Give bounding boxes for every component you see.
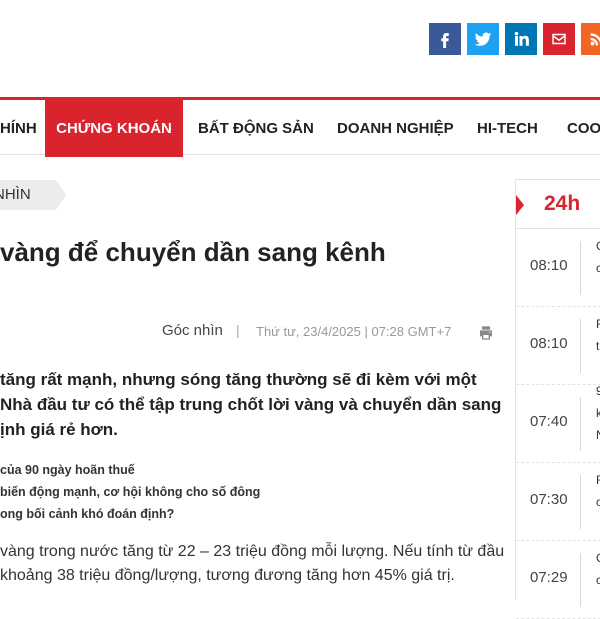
snippet-line: F (596, 473, 600, 487)
linkedin-icon[interactable] (505, 23, 537, 55)
related-link[interactable]: của 90 ngày hoãn thuế (0, 459, 500, 481)
article-meta: Góc nhìn | Thứ tư, 23/4/2025 | 07:28 GMT… (0, 322, 500, 344)
mail-icon[interactable] (543, 23, 575, 55)
sapo-line: Nhà đầu tư có thể tập trung chốt lời vàn… (0, 395, 502, 414)
item-time: 08:10 (530, 335, 568, 352)
article-date: Thứ tư, 23/4/2025 | 07:28 GMT+7 (256, 324, 452, 339)
related-links: của 90 ngày hoãn thuế biến động mạnh, cơ… (0, 459, 500, 525)
twitter-icon[interactable] (467, 23, 499, 55)
snippet-line: C (596, 547, 600, 569)
article-title: vàng để chuyển dần sang kênh (0, 237, 386, 267)
breadcrumb-arrow (56, 180, 66, 210)
divider (580, 397, 581, 451)
breadcrumb-label: NHÌN (0, 186, 31, 203)
body-line: vàng trong nước tăng từ 22 – 23 triệu đồ… (0, 543, 505, 560)
nav-item-doanh-nghiep[interactable]: DOANH NGHIỆP (337, 100, 454, 157)
item-snippet[interactable]: C c (596, 235, 600, 279)
nav-item-bat-dong-san[interactable]: BẤT ĐỘNG SẢN (198, 100, 314, 157)
nav-item-chung-khoan[interactable]: CHỨNG KHOÁN (45, 100, 183, 157)
sidebar-24h: 24h 08:10 C c 08:10 F t 07:40 9 k N (515, 179, 600, 619)
snippet-line: t (596, 339, 600, 353)
nav-item-prev-partial[interactable]: HÍNH (0, 100, 37, 157)
nav-item-hi-tech[interactable]: HI-TECH (477, 100, 538, 157)
divider (580, 475, 581, 529)
facebook-icon[interactable] (429, 23, 461, 55)
print-icon[interactable] (478, 325, 494, 341)
list-item[interactable]: 07:29 C c (516, 541, 600, 619)
sapo-line: ịnh giá rẻ hơn. (0, 420, 118, 439)
article-sapo: tăng rất mạnh, nhưng sóng tăng thường sẽ… (0, 367, 502, 442)
sidebar-header: 24h (516, 179, 600, 229)
divider (580, 553, 581, 607)
list-item[interactable]: 08:10 C c (516, 229, 600, 307)
list-item[interactable]: 07:30 F c (516, 463, 600, 541)
list-item[interactable]: 08:10 F t (516, 307, 600, 385)
snippet-line: c (596, 261, 600, 275)
meta-separator: | (236, 322, 240, 338)
sidebar-heading: 24h (544, 192, 581, 215)
item-time: 07:29 (530, 569, 568, 586)
item-snippet[interactable]: F t (596, 313, 600, 357)
nav-item-next-partial[interactable]: COO (567, 100, 600, 157)
body-line: khoảng 38 triệu đồng/lượng, tương đương … (0, 567, 455, 584)
item-snippet[interactable]: 9 k N (596, 380, 600, 446)
item-time: 08:10 (530, 257, 568, 274)
snippet-line: N (596, 424, 600, 446)
divider (580, 319, 581, 373)
snippet-line: C (596, 235, 600, 257)
divider (580, 241, 581, 295)
snippet-line: c (596, 495, 600, 509)
rss-icon[interactable] (581, 23, 600, 55)
article-body: vàng trong nước tăng từ 22 – 23 triệu đồ… (0, 540, 505, 588)
article-category[interactable]: Góc nhìn (162, 322, 223, 339)
snippet-line: F (596, 317, 600, 331)
sapo-line: tăng rất mạnh, nhưng sóng tăng thường sẽ… (0, 370, 477, 389)
item-snippet[interactable]: C c (596, 547, 600, 591)
main-nav: HÍNH CHỨNG KHOÁN BẤT ĐỘNG SẢN DOANH NGHI… (0, 97, 600, 157)
related-link[interactable]: ong bối cảnh khó đoán định? (0, 503, 500, 525)
item-time: 07:30 (530, 491, 568, 508)
snippet-line: k (596, 406, 600, 420)
social-bar (429, 23, 600, 55)
sidebar-list: 08:10 C c 08:10 F t 07:40 9 k N 0 (516, 229, 600, 619)
header-marker-icon (516, 195, 524, 215)
list-item[interactable]: 07:40 9 k N (516, 384, 600, 463)
related-link[interactable]: biến động mạnh, cơ hội không cho số đông (0, 481, 500, 503)
item-time: 07:40 (530, 413, 568, 430)
item-snippet[interactable]: F c (596, 469, 600, 513)
snippet-line: c (596, 573, 600, 587)
breadcrumb[interactable]: NHÌN (0, 180, 56, 210)
snippet-line: 9 (596, 384, 600, 398)
